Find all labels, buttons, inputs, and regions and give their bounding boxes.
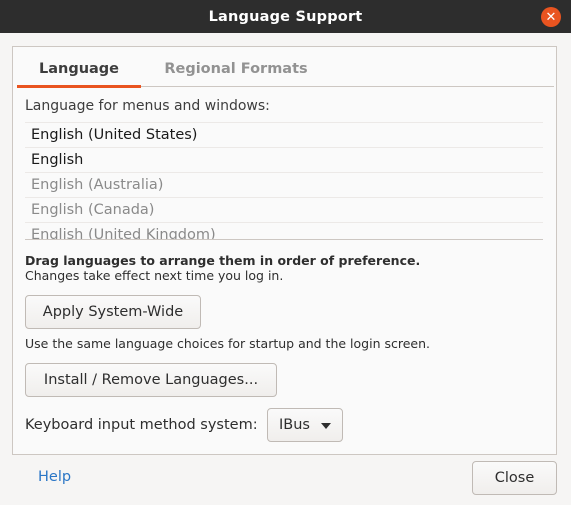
tab-regional-formats[interactable]: Regional Formats	[156, 51, 316, 87]
list-item[interactable]: English (United Kingdom)	[25, 222, 543, 239]
tab-bar: Language Regional Formats	[17, 51, 554, 88]
install-remove-languages-button[interactable]: Install / Remove Languages...	[25, 363, 277, 397]
keyboard-input-dropdown[interactable]: IBus	[267, 408, 343, 442]
close-icon: ✕	[545, 9, 557, 25]
apply-note: Use the same language choices for startu…	[25, 336, 430, 351]
window-close-button[interactable]: ✕	[541, 7, 561, 27]
notebook-panel: Language Regional Formats Language for m…	[12, 46, 557, 455]
drag-instruction: Drag languages to arrange them in order …	[25, 253, 421, 268]
help-link[interactable]: Help	[38, 469, 71, 485]
language-list-label: Language for menus and windows:	[25, 98, 270, 114]
close-button[interactable]: Close	[472, 461, 557, 495]
window-title: Language Support	[208, 8, 363, 25]
list-item[interactable]: English (Australia)	[25, 172, 543, 197]
list-item[interactable]: English (United States)	[25, 122, 543, 147]
language-list[interactable]: English (United States) English English …	[25, 122, 543, 240]
changes-note: Changes take effect next time you log in…	[25, 268, 284, 283]
tab-language[interactable]: Language	[17, 51, 141, 88]
chevron-down-icon	[321, 423, 331, 429]
title-bar[interactable]: Language Support ✕	[0, 0, 571, 33]
keyboard-input-label: Keyboard input method system:	[25, 417, 258, 433]
keyboard-input-value: IBus	[279, 417, 310, 433]
apply-system-wide-button[interactable]: Apply System-Wide	[25, 295, 201, 329]
list-item[interactable]: English	[25, 147, 543, 172]
list-item[interactable]: English (Canada)	[25, 197, 543, 222]
language-support-window: Language Support ✕ Language Regional For…	[0, 0, 571, 505]
